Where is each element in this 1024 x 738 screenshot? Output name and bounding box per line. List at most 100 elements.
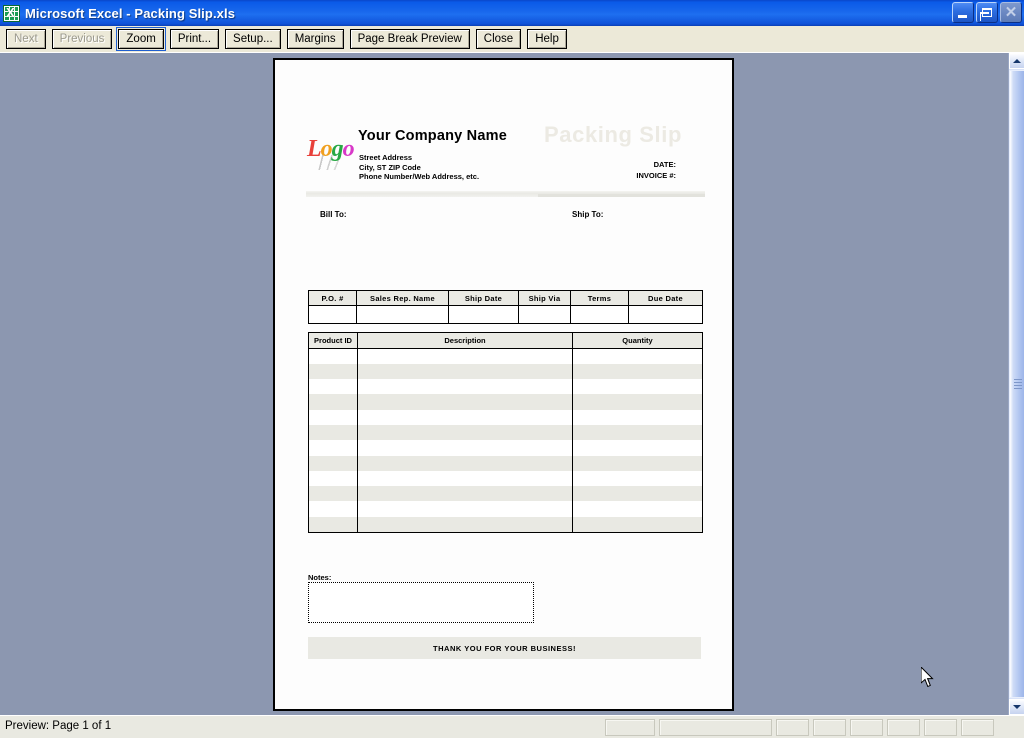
cell-description[interactable]: [357, 424, 573, 441]
help-button[interactable]: Help: [527, 29, 567, 49]
previous-button[interactable]: Previous: [51, 29, 113, 49]
cell-product-id[interactable]: [308, 470, 358, 487]
cell-quantity[interactable]: [572, 501, 703, 517]
window-title: Microsoft Excel - Packing Slip.xls: [25, 5, 236, 21]
cell-quantity[interactable]: [572, 394, 703, 410]
margins-button[interactable]: Margins: [286, 29, 344, 49]
cell-product-id[interactable]: [308, 486, 358, 502]
zoom-button[interactable]: Zoom: [116, 27, 166, 51]
table-row[interactable]: [308, 424, 703, 441]
cell-product-id[interactable]: [308, 440, 358, 456]
logo-letter-1: L: [307, 136, 322, 162]
cell-quantity[interactable]: [572, 348, 703, 364]
close-button[interactable]: ✕: [1000, 2, 1022, 23]
document-meta: DATE: INVOICE #:: [556, 159, 676, 181]
cell-product-id[interactable]: [308, 394, 358, 410]
notes-box[interactable]: [308, 582, 534, 623]
cell-quantity[interactable]: [572, 455, 703, 471]
cell-ship-via[interactable]: [518, 305, 571, 324]
setup-button[interactable]: Setup...: [225, 29, 281, 49]
cell-description[interactable]: [357, 516, 573, 533]
cell-description[interactable]: [357, 486, 573, 502]
table-row[interactable]: [308, 394, 703, 410]
cell-description[interactable]: [357, 501, 573, 517]
window-titlebar[interactable]: X Microsoft Excel - Packing Slip.xls ✕: [0, 0, 1024, 26]
items-table-header-row: Product ID Description Quantity: [308, 332, 703, 349]
preview-page-sheet: Logo Your Company Name Street Address Ci…: [273, 58, 734, 711]
cell-sales-rep-name[interactable]: [356, 305, 449, 324]
cell-description[interactable]: [357, 348, 573, 364]
table-row[interactable]: [308, 409, 703, 425]
logo-placeholder: Logo: [306, 136, 358, 171]
cell-ship-date[interactable]: [448, 305, 519, 324]
table-row[interactable]: [308, 440, 703, 456]
table-row[interactable]: [308, 470, 703, 487]
cell-due-date[interactable]: [628, 305, 703, 324]
cell-quantity[interactable]: [572, 440, 703, 456]
status-panel-1: [605, 719, 655, 736]
address-line-1: Street Address: [359, 153, 413, 162]
order-info-table: P.O. # Sales Rep. Name Ship Date Ship Vi…: [308, 290, 703, 324]
cell-quantity[interactable]: [572, 486, 703, 502]
cell-quantity[interactable]: [572, 424, 703, 441]
cell-product-id[interactable]: [308, 455, 358, 471]
cell-po-number[interactable]: [308, 305, 357, 324]
order-table-header-row: P.O. # Sales Rep. Name Ship Date Ship Vi…: [308, 290, 703, 306]
cell-quantity[interactable]: [572, 516, 703, 533]
col-ship-date: Ship Date: [448, 290, 519, 306]
minimize-icon: [958, 15, 967, 18]
excel-icon: X: [3, 4, 20, 22]
page-break-preview-button[interactable]: Page Break Preview: [349, 29, 470, 49]
scroll-up-arrow-icon[interactable]: [1009, 53, 1024, 69]
cell-product-id[interactable]: [308, 501, 358, 517]
status-bar: Preview: Page 1 of 1: [0, 715, 1024, 738]
address-line-3: Phone Number/Web Address, etc.: [359, 172, 480, 182]
status-panels: [605, 719, 994, 736]
cell-description[interactable]: [357, 470, 573, 487]
cell-terms[interactable]: [570, 305, 629, 324]
table-row[interactable]: [308, 455, 703, 471]
cell-product-id[interactable]: [308, 363, 358, 380]
scroll-thumb[interactable]: [1009, 70, 1024, 698]
next-button[interactable]: Next: [6, 29, 46, 49]
print-button[interactable]: Print...: [169, 29, 220, 49]
status-panel-8: [961, 719, 994, 736]
document-header: Logo Your Company Name Street Address Ci…: [306, 112, 706, 197]
mouse-cursor: [920, 665, 935, 689]
restore-button[interactable]: [976, 2, 998, 23]
line-items-table: Product ID Description Quantity: [308, 332, 703, 533]
status-panel-4: [813, 719, 846, 736]
cell-quantity[interactable]: [572, 363, 703, 380]
table-row[interactable]: [308, 379, 703, 395]
cell-product-id[interactable]: [308, 379, 358, 395]
restore-icon: [980, 8, 992, 21]
print-preview-canvas[interactable]: Logo Your Company Name Street Address Ci…: [0, 53, 1008, 715]
cell-product-id[interactable]: [308, 424, 358, 441]
cell-description[interactable]: [357, 363, 573, 380]
cell-description[interactable]: [357, 455, 573, 471]
cell-description[interactable]: [357, 409, 573, 425]
table-row[interactable]: [308, 501, 703, 517]
table-row[interactable]: [308, 305, 703, 324]
cell-description[interactable]: [357, 379, 573, 395]
status-panel-2: [659, 719, 772, 736]
table-row[interactable]: [308, 516, 703, 533]
vertical-scrollbar[interactable]: [1008, 53, 1024, 715]
scroll-down-arrow-icon[interactable]: [1009, 699, 1024, 715]
cell-description[interactable]: [357, 440, 573, 456]
cell-product-id[interactable]: [308, 516, 358, 533]
close-preview-button[interactable]: Close: [475, 29, 522, 49]
col-product-id: Product ID: [308, 332, 358, 349]
cell-description[interactable]: [357, 394, 573, 410]
cell-quantity[interactable]: [572, 379, 703, 395]
cell-product-id[interactable]: [308, 409, 358, 425]
table-row[interactable]: [308, 363, 703, 380]
table-row[interactable]: [308, 348, 703, 364]
print-preview-toolbar: Next Previous Zoom Print... Setup... Mar…: [0, 26, 1024, 53]
minimize-button[interactable]: [952, 2, 974, 23]
cell-quantity[interactable]: [572, 470, 703, 487]
table-row[interactable]: [308, 486, 703, 502]
col-terms: Terms: [570, 290, 629, 306]
cell-product-id[interactable]: [308, 348, 358, 364]
cell-quantity[interactable]: [572, 409, 703, 425]
